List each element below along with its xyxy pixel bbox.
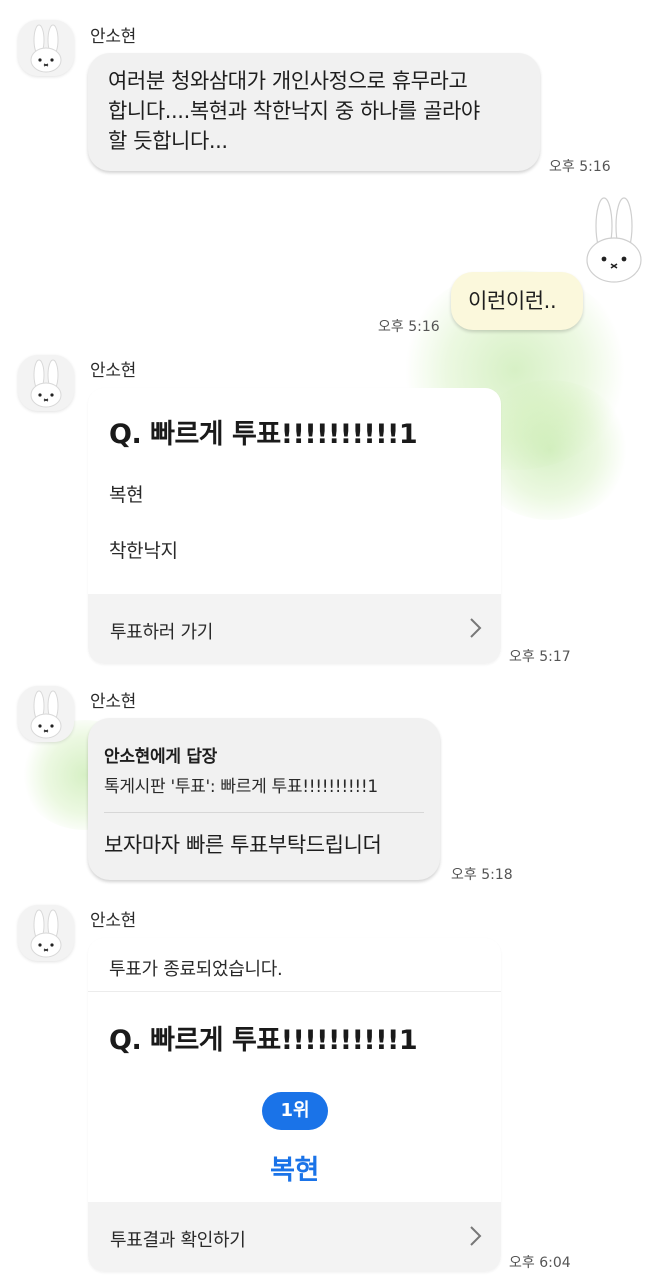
sender-name: 안소현 bbox=[90, 692, 137, 712]
rank-badge: 1위 bbox=[262, 1092, 328, 1130]
vote-question: Q. 빠르게 투표!!!!!!!!!!1 bbox=[109, 1025, 418, 1056]
timestamp: 오후 5:16 bbox=[549, 159, 611, 175]
avatar[interactable] bbox=[18, 686, 74, 742]
go-vote-button[interactable]: 투표하러 가기 bbox=[88, 594, 501, 664]
reply-bubble[interactable]: 안소현에게 답장 톡게시판 '투표': 빠르게 투표!!!!!!!!!!1 보자… bbox=[88, 718, 440, 880]
view-result-button[interactable]: 투표결과 확인하기 bbox=[88, 1202, 501, 1272]
avatar[interactable] bbox=[18, 905, 74, 961]
avatar[interactable] bbox=[585, 192, 643, 286]
sender-name: 안소현 bbox=[90, 361, 137, 381]
message-line: 합니다....복현과 착한낙지 중 하나를 골라야 bbox=[108, 99, 480, 123]
vote-option: 복현 bbox=[109, 484, 144, 506]
vote-card: Q. 빠르게 투표!!!!!!!!!!1 복현 착한낙지 투표하러 가기 bbox=[88, 388, 501, 664]
chevron-right-icon bbox=[470, 618, 482, 638]
bunny-icon bbox=[18, 686, 74, 742]
vote-result-card: 투표가 종료되었습니다. Q. 빠르게 투표!!!!!!!!!!1 1위 복현 … bbox=[88, 938, 501, 1272]
bunny-icon bbox=[18, 905, 74, 961]
timestamp: 오후 6:04 bbox=[509, 1255, 571, 1271]
message-bubble[interactable]: 여러분 청와삼대가 개인사정으로 휴무라고 합니다....복현과 착한낙지 중 … bbox=[88, 53, 540, 171]
message-line: 할 듯합니다... bbox=[108, 129, 228, 153]
vote-question: Q. 빠르게 투표!!!!!!!!!!1 bbox=[109, 419, 418, 450]
avatar[interactable] bbox=[18, 20, 74, 76]
reply-target: 안소현에게 답장 bbox=[104, 747, 217, 767]
chevron-right-icon bbox=[470, 1226, 482, 1246]
vote-ended-notice: 투표가 종료되었습니다. bbox=[109, 959, 283, 980]
timestamp: 오후 5:16 bbox=[378, 319, 440, 335]
message-text: 보자마자 빠른 투표부탁드립니더 bbox=[104, 833, 382, 857]
reply-divider bbox=[104, 812, 424, 813]
bunny-icon bbox=[586, 197, 642, 283]
bunny-icon bbox=[18, 20, 74, 76]
sender-name: 안소현 bbox=[90, 27, 137, 47]
vote-option: 착한낙지 bbox=[109, 540, 178, 562]
avatar[interactable] bbox=[18, 355, 74, 411]
timestamp: 오후 5:17 bbox=[509, 649, 571, 665]
my-message-bubble[interactable]: 이런이런.. bbox=[451, 272, 583, 330]
sender-name: 안소현 bbox=[90, 911, 137, 931]
bunny-icon bbox=[18, 355, 74, 411]
go-vote-label: 투표하러 가기 bbox=[110, 622, 213, 643]
winner-option: 복현 bbox=[270, 1155, 319, 1186]
notice-divider bbox=[88, 991, 501, 992]
message-line: 여러분 청와삼대가 개인사정으로 휴무라고 bbox=[108, 69, 468, 93]
reply-quote: 톡게시판 '투표': 빠르게 투표!!!!!!!!!!1 bbox=[104, 777, 378, 797]
message-text: 이런이런.. bbox=[468, 289, 557, 313]
view-result-label: 투표결과 확인하기 bbox=[110, 1230, 246, 1251]
timestamp: 오후 5:18 bbox=[451, 867, 513, 883]
